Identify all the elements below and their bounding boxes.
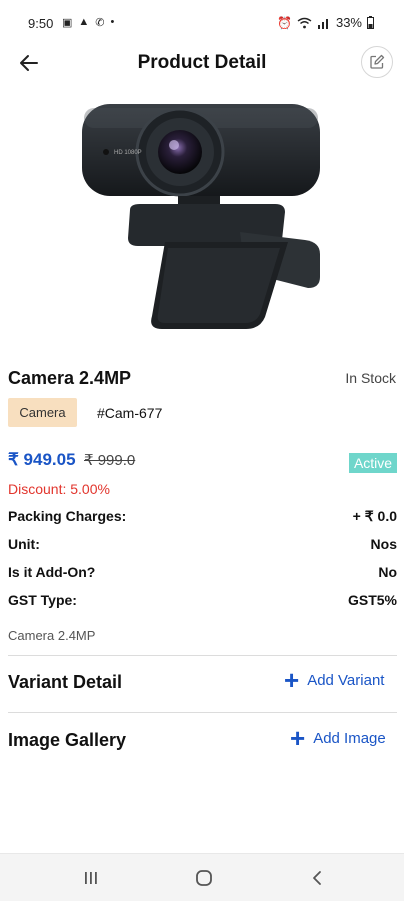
battery-icon <box>367 16 374 29</box>
edit-button[interactable] <box>361 46 393 78</box>
addon-row: Is it Add-On? No <box>8 564 397 584</box>
product-description: Camera 2.4MP <box>8 628 96 643</box>
product-price: ₹ 949.05 <box>8 450 76 469</box>
product-mrp: ₹ 999.0 <box>84 452 136 469</box>
packing-charges-label: Packing Charges: <box>8 508 127 524</box>
gst-label: GST Type: <box>8 592 77 608</box>
product-image: HD 1080P <box>70 92 340 337</box>
status-notification-icons: ▣ ▲ ✆ • <box>62 16 114 29</box>
plus-icon: + <box>284 665 300 695</box>
packing-charges-value: + ₹ 0.0 <box>352 508 397 524</box>
addon-label: Is it Add-On? <box>8 564 96 580</box>
gst-row: GST Type: GST5% <box>8 592 397 612</box>
call-icon: ✆ <box>95 17 105 29</box>
system-back-button[interactable] <box>305 866 329 890</box>
stock-status: In Stock <box>345 370 396 386</box>
add-variant-button[interactable]: + Add Variant <box>284 665 385 695</box>
discount-text: Discount: 5.00% <box>8 481 110 497</box>
unit-row: Unit: Nos <box>8 536 397 556</box>
packing-charges-row: Packing Charges: + ₹ 0.0 <box>8 508 397 528</box>
status-badge: Active <box>349 453 397 473</box>
add-image-button[interactable]: + Add Image <box>290 723 386 753</box>
add-image-label: Add Image <box>313 729 386 747</box>
warning-icon: ▲ <box>78 16 90 28</box>
battery-percent: 33% <box>335 15 362 30</box>
edit-icon <box>370 54 385 69</box>
status-system-icons: ⏰ 33% <box>277 15 374 30</box>
back-icon <box>313 871 321 885</box>
webcam-illustration: HD 1080P <box>82 104 320 329</box>
gallery-section-title: Image Gallery <box>8 730 127 750</box>
add-variant-label: Add Variant <box>307 671 385 689</box>
system-nav-bar <box>0 853 404 901</box>
plus-icon: + <box>290 723 306 753</box>
page-title: Product Detail <box>137 52 267 73</box>
app-bar: Product Detail <box>0 44 404 84</box>
recents-icon <box>85 872 97 884</box>
unit-value: Nos <box>370 536 397 552</box>
wifi-icon <box>297 17 312 28</box>
alarm-icon: ⏰ <box>277 15 292 30</box>
product-code: #Cam-677 <box>97 405 163 421</box>
addon-value: No <box>378 564 397 580</box>
divider <box>8 712 397 713</box>
home-icon <box>196 870 212 886</box>
signal-icon <box>317 18 328 29</box>
recents-button[interactable] <box>79 866 103 890</box>
variant-section-title: Variant Detail <box>8 672 123 692</box>
unit-label: Unit: <box>8 536 40 552</box>
home-button[interactable] <box>192 866 216 890</box>
dot-icon: • <box>110 16 115 28</box>
divider <box>8 655 397 656</box>
product-name: Camera 2.4MP <box>8 368 132 388</box>
svg-text:HD 1080P: HD 1080P <box>114 150 142 156</box>
gst-value: GST5% <box>347 592 397 608</box>
gallery-icon: ▣ <box>62 17 73 29</box>
status-bar: 9:50 ▣ ▲ ✆ • ⏰ 33% <box>0 0 404 44</box>
status-time: 9:50 <box>28 16 54 31</box>
category-tag: Camera <box>8 398 77 427</box>
